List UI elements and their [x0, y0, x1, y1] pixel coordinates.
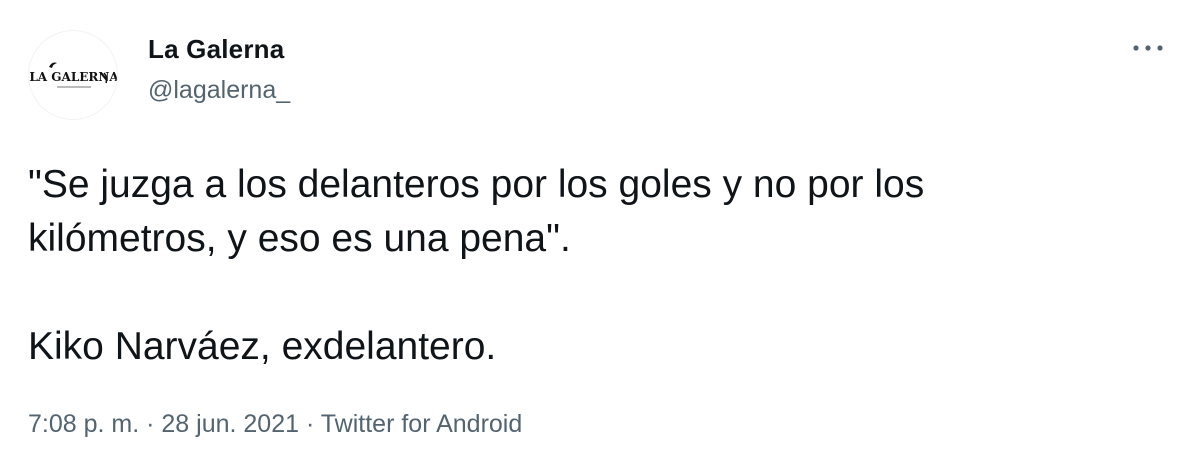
- tweet-card: LA GALERNA La Galerna @lagalerna_ "Se ju…: [0, 0, 1200, 467]
- tweet-text: "Se juzga a los delanteros por los goles…: [28, 158, 1168, 374]
- more-options-button[interactable]: [1125, 30, 1171, 66]
- tweet-text-line: kilómetros, y eso es una pena".: [28, 217, 571, 260]
- tweet-source-link[interactable]: Twitter for Android: [321, 410, 522, 438]
- tweet-text-line: Kiko Narváez, exdelantero.: [28, 325, 497, 368]
- meta-separator: ·: [139, 410, 162, 438]
- svg-text:LA GALERNA: LA GALERNA: [29, 70, 118, 84]
- la-galerna-logo: LA GALERNA: [29, 32, 118, 119]
- meta-separator: ·: [299, 410, 321, 438]
- user-handle[interactable]: @lagalerna_: [148, 76, 290, 105]
- tweet-text-line: "Se juzga a los delanteros por los goles…: [28, 163, 925, 206]
- tweet-time[interactable]: 7:08 p. m.: [28, 410, 139, 438]
- avatar[interactable]: LA GALERNA: [28, 30, 118, 120]
- paragraph-break: [28, 266, 1168, 320]
- display-name[interactable]: La Galerna: [148, 34, 284, 65]
- tweet-date[interactable]: 28 jun. 2021: [161, 410, 299, 438]
- tweet-metadata: 7:08 p. m. · 28 jun. 2021 · Twitter for …: [28, 410, 522, 439]
- more-horizontal-icon: [1133, 45, 1163, 51]
